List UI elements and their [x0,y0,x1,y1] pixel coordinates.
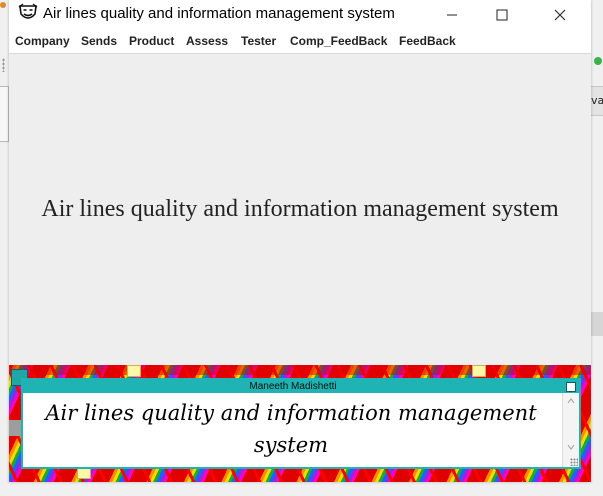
window-title: Air lines quality and information manage… [43,5,395,22]
menu-feedback[interactable]: FeedBack [399,34,456,48]
background-app-bottom-edge [9,482,591,496]
run-icon[interactable] [594,57,602,65]
chevron-up-icon[interactable] [567,397,575,405]
banner-author: Maneeth Madishetti [249,381,337,392]
footer-top-band [9,365,591,375]
menu-comp-feedback[interactable]: Comp_FeedBack [290,34,387,48]
main-content: Air lines quality and information manage… [9,54,591,365]
background-tab[interactable] [0,86,9,142]
close-icon [554,9,566,20]
banner-scrollbar[interactable] [562,393,579,467]
banner-maximize-icon[interactable] [566,382,576,392]
background-status-icon [0,2,6,8]
footer-side-tab [9,420,21,436]
rainbow-footer: Maneeth Madishetti Air lines quality and… [9,365,591,482]
chevron-down-icon[interactable] [567,443,575,451]
title-bar[interactable]: Air lines quality and information manage… [9,0,591,29]
menu-sends[interactable]: Sends [81,34,117,48]
background-panel [591,312,603,336]
menu-bar: Company Sends Product Assess Tester Comp… [9,29,591,54]
close-button[interactable] [537,0,583,29]
maximize-icon [496,9,508,20]
menu-product[interactable]: Product [129,34,174,48]
sticky-note-icon [472,365,486,377]
minimize-icon [447,14,457,15]
banner-text: Air lines quality and information manage… [45,401,537,457]
background-app-right-edge: va [591,0,603,496]
drag-grip-icon [2,58,5,72]
background-field: va [591,86,603,116]
menu-tester[interactable]: Tester [241,34,276,48]
main-heading: Air lines quality and information manage… [41,196,559,222]
marquee-banner: Maneeth Madishetti Air lines quality and… [21,378,581,469]
sticky-note-icon [127,365,141,377]
app-window: Air lines quality and information manage… [9,0,591,482]
minimize-button[interactable] [429,0,475,29]
banner-title-bar: Maneeth Madishetti [23,380,579,393]
resize-grip-icon[interactable] [570,458,578,466]
maximize-button[interactable] [479,0,525,29]
theatre-mask-icon [18,3,38,19]
menu-assess[interactable]: Assess [186,34,228,48]
menu-company[interactable]: Company [15,34,70,48]
